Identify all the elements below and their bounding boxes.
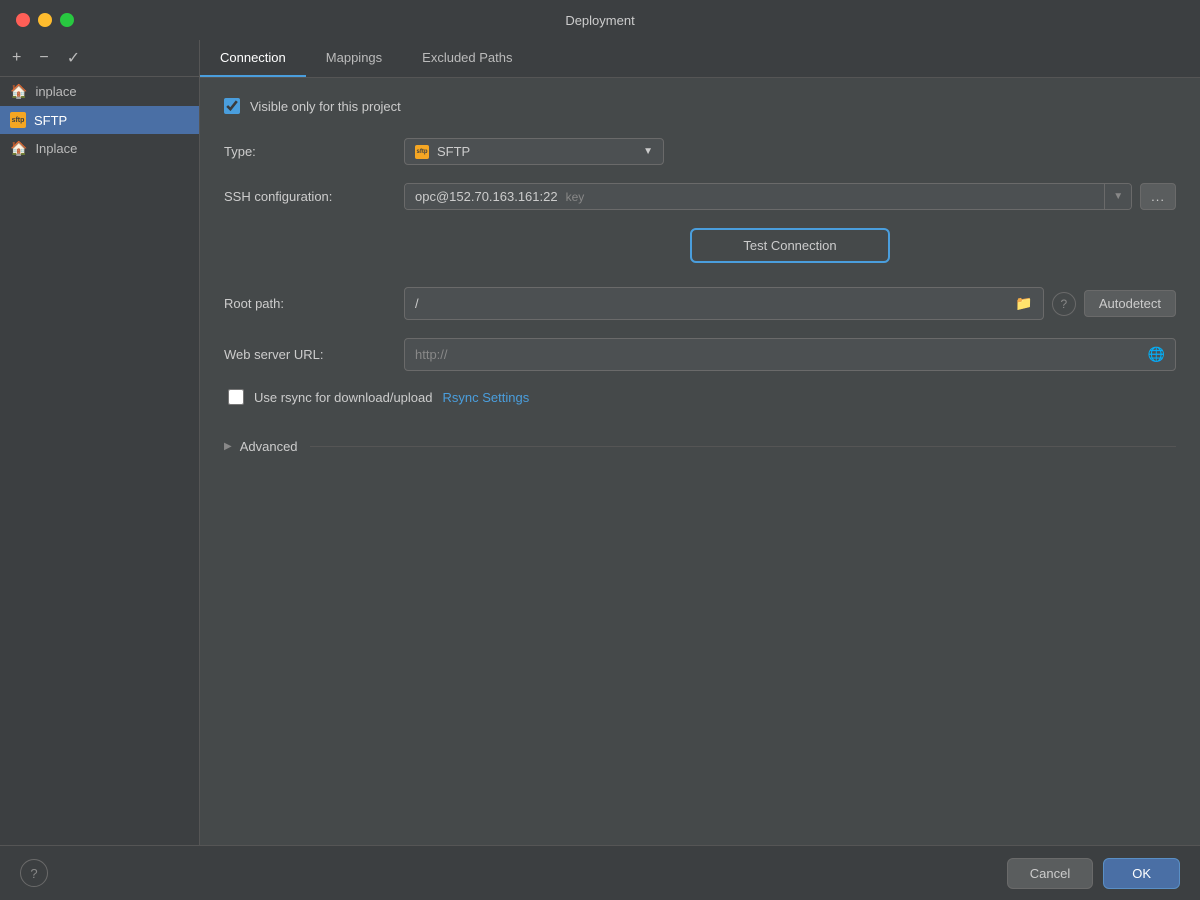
test-connection-row: Test Connection xyxy=(224,228,1176,263)
ssh-combined-wrapper: opc@152.70.163.161:22 key ▼ xyxy=(404,183,1132,210)
folder-browse-button[interactable]: 📁 xyxy=(1011,293,1036,314)
title-bar: Deployment xyxy=(0,0,1200,40)
ssh-config-row: SSH configuration: opc@152.70.163.161:22… xyxy=(224,183,1176,210)
root-path-label: Root path: xyxy=(224,296,404,311)
web-server-url-row: Web server URL: http:// 🌐 xyxy=(224,338,1176,371)
dialog-title: Deployment xyxy=(565,13,634,28)
window-controls xyxy=(16,13,74,27)
sidebar-item-label: SFTP xyxy=(34,113,67,128)
sidebar: + − ✓ 🏠 inplace sftp SFTP 🏠 Inplace xyxy=(0,40,200,845)
globe-icon: 🌐 xyxy=(1144,344,1169,365)
maximize-button[interactable] xyxy=(60,13,74,27)
house-icon: 🏠 xyxy=(10,140,27,157)
main-layout: + − ✓ 🏠 inplace sftp SFTP 🏠 Inplace Conn… xyxy=(0,40,1200,845)
content-area: Connection Mappings Excluded Paths Visib… xyxy=(200,40,1200,845)
ssh-key-label: key xyxy=(566,190,585,204)
visible-only-checkbox[interactable] xyxy=(224,98,240,114)
ssh-config-control: opc@152.70.163.161:22 key ▼ ... xyxy=(404,183,1176,210)
add-server-button[interactable]: + xyxy=(10,47,23,69)
ok-button[interactable]: OK xyxy=(1103,858,1180,889)
sidebar-item-sftp[interactable]: sftp SFTP xyxy=(0,106,199,134)
chevron-down-icon: ▼ xyxy=(643,146,653,157)
root-path-control: / 📁 ? Autodetect xyxy=(404,287,1176,320)
ssh-config-input[interactable]: opc@152.70.163.161:22 key xyxy=(405,184,1104,209)
bottom-actions: Cancel OK xyxy=(1007,858,1180,889)
web-server-url-label: Web server URL: xyxy=(224,347,404,362)
sidebar-item-inplace2[interactable]: 🏠 Inplace xyxy=(0,134,199,163)
remove-server-button[interactable]: − xyxy=(37,47,50,69)
form-content: Visible only for this project Type: sftp… xyxy=(200,78,1200,845)
advanced-section: ▶ Advanced xyxy=(224,429,1176,464)
confirm-button[interactable]: ✓ xyxy=(65,46,82,70)
help-button[interactable]: ? xyxy=(20,859,48,887)
tab-connection[interactable]: Connection xyxy=(200,40,306,77)
type-control: sftp SFTP ▼ xyxy=(404,138,1176,165)
bottom-bar: ? Cancel OK xyxy=(0,845,1200,900)
type-select[interactable]: sftp SFTP ▼ xyxy=(404,138,664,165)
advanced-divider xyxy=(310,446,1176,447)
type-label: Type: xyxy=(224,144,404,159)
advanced-label[interactable]: Advanced xyxy=(240,439,298,454)
web-url-input[interactable]: http:// 🌐 xyxy=(404,338,1176,371)
test-connection-button[interactable]: Test Connection xyxy=(690,228,890,263)
rsync-row: Use rsync for download/upload Rsync Sett… xyxy=(224,389,1176,405)
rsync-settings-link[interactable]: Rsync Settings xyxy=(443,390,530,405)
ssh-dropdown-arrow[interactable]: ▼ xyxy=(1104,184,1131,209)
rsync-checkbox[interactable] xyxy=(228,389,244,405)
server-list: 🏠 inplace sftp SFTP 🏠 Inplace xyxy=(0,77,199,845)
sftp-small-icon: sftp xyxy=(415,145,429,159)
tab-mappings[interactable]: Mappings xyxy=(306,40,402,77)
root-path-input[interactable]: / 📁 xyxy=(404,287,1044,320)
rsync-label: Use rsync for download/upload xyxy=(254,390,433,405)
close-button[interactable] xyxy=(16,13,30,27)
sidebar-toolbar: + − ✓ xyxy=(0,40,199,77)
minimize-button[interactable] xyxy=(38,13,52,27)
type-row: Type: sftp SFTP ▼ xyxy=(224,138,1176,165)
tab-bar: Connection Mappings Excluded Paths xyxy=(200,40,1200,78)
ssh-more-button[interactable]: ... xyxy=(1140,183,1176,210)
cancel-button[interactable]: Cancel xyxy=(1007,858,1093,889)
sftp-icon: sftp xyxy=(10,112,26,128)
tab-excluded-paths[interactable]: Excluded Paths xyxy=(402,40,532,77)
visible-only-row: Visible only for this project xyxy=(224,98,1176,114)
chevron-right-icon[interactable]: ▶ xyxy=(224,441,232,452)
root-path-help-button[interactable]: ? xyxy=(1052,292,1076,316)
sidebar-item-inplace[interactable]: 🏠 inplace xyxy=(0,77,199,106)
visible-only-label: Visible only for this project xyxy=(250,99,401,114)
sidebar-item-label: Inplace xyxy=(35,141,77,156)
web-url-control: http:// 🌐 xyxy=(404,338,1176,371)
house-icon: 🏠 xyxy=(10,83,27,100)
sidebar-item-label: inplace xyxy=(35,84,76,99)
ssh-config-label: SSH configuration: xyxy=(224,189,404,204)
autodetect-button[interactable]: Autodetect xyxy=(1084,290,1176,317)
web-url-placeholder: http:// xyxy=(415,347,1144,362)
root-path-row: Root path: / 📁 ? Autodetect xyxy=(224,287,1176,320)
type-value: SFTP xyxy=(437,144,470,159)
root-path-value: / xyxy=(415,296,1011,311)
